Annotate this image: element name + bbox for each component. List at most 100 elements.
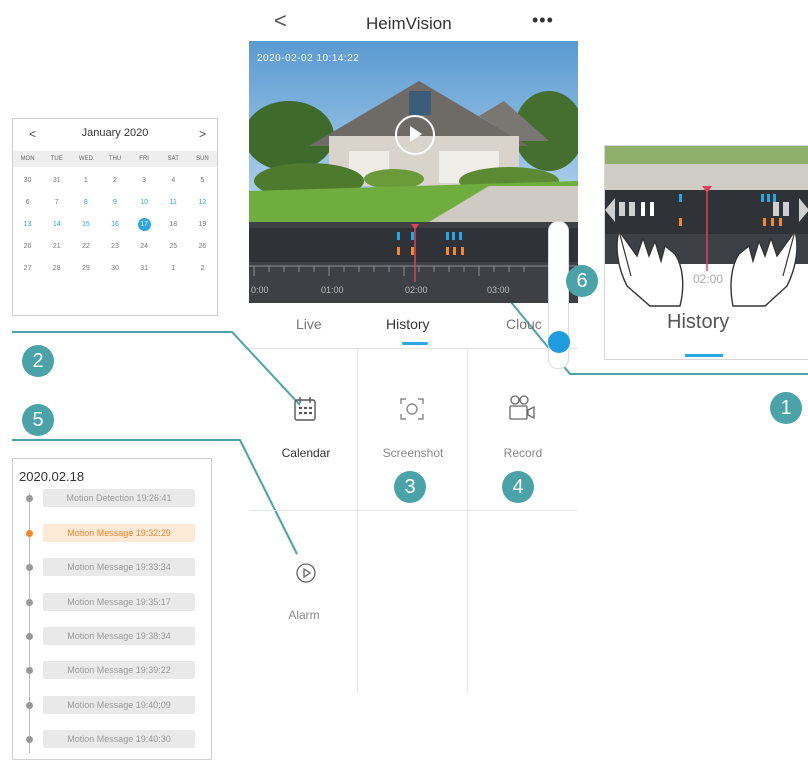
calendar-day[interactable]: 6 xyxy=(13,199,42,206)
calendar-day[interactable]: 1 xyxy=(71,177,100,184)
calendar-day-has-video[interactable]: 12 xyxy=(188,199,217,206)
timeline-label: 0:00 xyxy=(251,285,269,295)
weekday-label: THU xyxy=(108,156,122,162)
alarm-dot xyxy=(26,599,33,606)
zoom-slider-thumb[interactable] xyxy=(548,331,570,353)
calendar-day[interactable]: 29 xyxy=(71,265,100,272)
video-preview[interactable]: 2020-02-02 10:14:22 xyxy=(249,41,578,222)
weekday-label: SAT xyxy=(167,156,179,162)
record-button[interactable]: Record xyxy=(468,380,578,480)
timeline-label: 01:00 xyxy=(321,285,344,295)
badge-1: 1 xyxy=(770,392,802,424)
tab-cloud[interactable]: Clouc xyxy=(506,316,542,332)
grid-divider xyxy=(249,510,578,511)
calendar-day[interactable]: 19 xyxy=(188,221,217,228)
calendar-day[interactable]: 5 xyxy=(188,177,217,184)
alarm-list-item[interactable]: Motion Detection 19:26:41 xyxy=(13,489,211,509)
inset-tab-indicator xyxy=(685,354,723,357)
calendar-day[interactable]: 24 xyxy=(130,243,159,250)
page-title: HeimVision xyxy=(366,14,452,33)
calendar-month-title: January 2020 xyxy=(81,127,149,139)
calendar-next-button[interactable]: > xyxy=(199,127,206,141)
alarm-dot xyxy=(26,667,33,674)
timeline-label: 03:00 xyxy=(487,285,510,295)
calendar-day[interactable]: 3 xyxy=(130,177,159,184)
alarm-play-icon xyxy=(296,563,316,583)
calendar-day[interactable]: 1 xyxy=(159,265,188,272)
calendar-day[interactable]: 31 xyxy=(42,177,71,184)
badge-5: 5 xyxy=(22,404,54,436)
alarm-entry-label: Motion Message 19:38:34 xyxy=(43,627,195,645)
weekday-label: SUN xyxy=(196,156,209,162)
calendar-day[interactable]: 20 xyxy=(13,243,42,250)
calendar-day-has-video[interactable]: 15 xyxy=(71,221,100,228)
play-icon[interactable] xyxy=(395,115,435,155)
alarm-label: Alarm xyxy=(288,608,320,622)
calendar-day[interactable]: 22 xyxy=(71,243,100,250)
alarm-dot xyxy=(26,530,33,537)
calendar-day-has-video[interactable]: 10 xyxy=(130,199,159,206)
alarm-dot xyxy=(26,495,33,502)
calendar-week-row: 13 14 15 16 17 18 19 xyxy=(13,213,217,235)
history-timeline[interactable]: 0:00 01:00 02:00 03:00 xyxy=(249,222,578,303)
calendar-day-selected[interactable]: 17 xyxy=(130,217,159,231)
alarm-entry-label: Motion Message 19:39:22 xyxy=(43,661,195,679)
grid-divider xyxy=(249,348,578,349)
record-label: Record xyxy=(503,446,543,460)
calendar-day[interactable]: 2 xyxy=(188,265,217,272)
calendar-day[interactable]: 7 xyxy=(42,199,71,206)
calendar-day-has-video[interactable]: 8 xyxy=(71,199,100,206)
calendar-day[interactable]: 23 xyxy=(100,243,129,250)
calendar-icon xyxy=(294,397,316,421)
alarm-list-item-active[interactable]: Motion Message 19:32:29 xyxy=(13,524,211,544)
weekday-label: FRI xyxy=(139,156,149,162)
calendar-picker: < January 2020 > MON TUE WED THU FRI SAT… xyxy=(12,118,218,316)
alarm-entry-label: Motion Message 19:33:34 xyxy=(43,558,195,576)
calendar-week-row: 30 31 1 2 3 4 5 xyxy=(13,169,217,191)
calendar-week-row: 20 21 22 23 24 25 26 xyxy=(13,235,217,257)
alarm-button[interactable]: Alarm xyxy=(249,552,359,652)
alarm-dot xyxy=(26,633,33,640)
calendar-day-has-video[interactable]: 16 xyxy=(100,221,129,228)
alarm-list-item[interactable]: Motion Message 19:39:22 xyxy=(13,661,211,681)
calendar-day[interactable]: 30 xyxy=(100,265,129,272)
calendar-day-has-video[interactable]: 14 xyxy=(42,221,71,228)
calendar-day[interactable]: 2 xyxy=(100,177,129,184)
calendar-day[interactable]: 4 xyxy=(159,177,188,184)
calendar-day[interactable]: 27 xyxy=(13,265,42,272)
calendar-day-selected-label: 17 xyxy=(137,217,151,231)
video-timestamp: 2020-02-02 10:14:22 xyxy=(257,53,360,64)
calendar-day-has-video[interactable]: 9 xyxy=(100,199,129,206)
more-options-button[interactable]: ••• xyxy=(532,10,554,31)
calendar-day-has-video[interactable]: 11 xyxy=(159,199,188,206)
calendar-button[interactable]: Calendar xyxy=(249,380,359,480)
alarm-list-item[interactable]: Motion Message 19:35:17 xyxy=(13,593,211,613)
calendar-day[interactable]: 28 xyxy=(42,265,71,272)
calendar-week-row: 6 7 8 9 10 11 12 xyxy=(13,191,217,213)
calendar-label: Calendar xyxy=(281,446,331,460)
alarm-list-item[interactable]: Motion Message 19:40:09 xyxy=(13,696,211,716)
back-button[interactable]: < xyxy=(274,8,287,34)
calendar-day[interactable]: 30 xyxy=(13,177,42,184)
calendar-day-has-video[interactable]: 13 xyxy=(13,221,42,228)
alarm-list-item[interactable]: Motion Message 19:40:30 xyxy=(13,730,211,750)
screenshot-button[interactable]: Screenshot xyxy=(358,380,468,480)
calendar-grid: 30 31 1 2 3 4 5 6 7 8 9 10 11 12 13 14 1… xyxy=(13,169,217,279)
weekday-label: WED xyxy=(78,156,93,162)
alarm-dot xyxy=(26,736,33,743)
calendar-day[interactable]: 31 xyxy=(130,265,159,272)
pinch-zoom-illustration: 02:00 History xyxy=(604,145,808,360)
alarm-list-item[interactable]: Motion Message 19:33:34 xyxy=(13,558,211,578)
video-camera-icon xyxy=(509,395,535,420)
screenshot-label: Screenshot xyxy=(382,446,444,460)
alarm-entry-label: Motion Message 19:32:29 xyxy=(43,524,195,542)
tab-history[interactable]: History xyxy=(386,316,430,332)
tab-live[interactable]: Live xyxy=(296,316,322,332)
alarm-list-item[interactable]: Motion Message 19:38:34 xyxy=(13,627,211,647)
calendar-day[interactable]: 25 xyxy=(159,243,188,250)
screenshot-icon xyxy=(400,398,424,420)
inset-history-label: History xyxy=(667,311,730,333)
calendar-day[interactable]: 21 xyxy=(42,243,71,250)
calendar-day[interactable]: 18 xyxy=(159,221,188,228)
calendar-day[interactable]: 26 xyxy=(188,243,217,250)
